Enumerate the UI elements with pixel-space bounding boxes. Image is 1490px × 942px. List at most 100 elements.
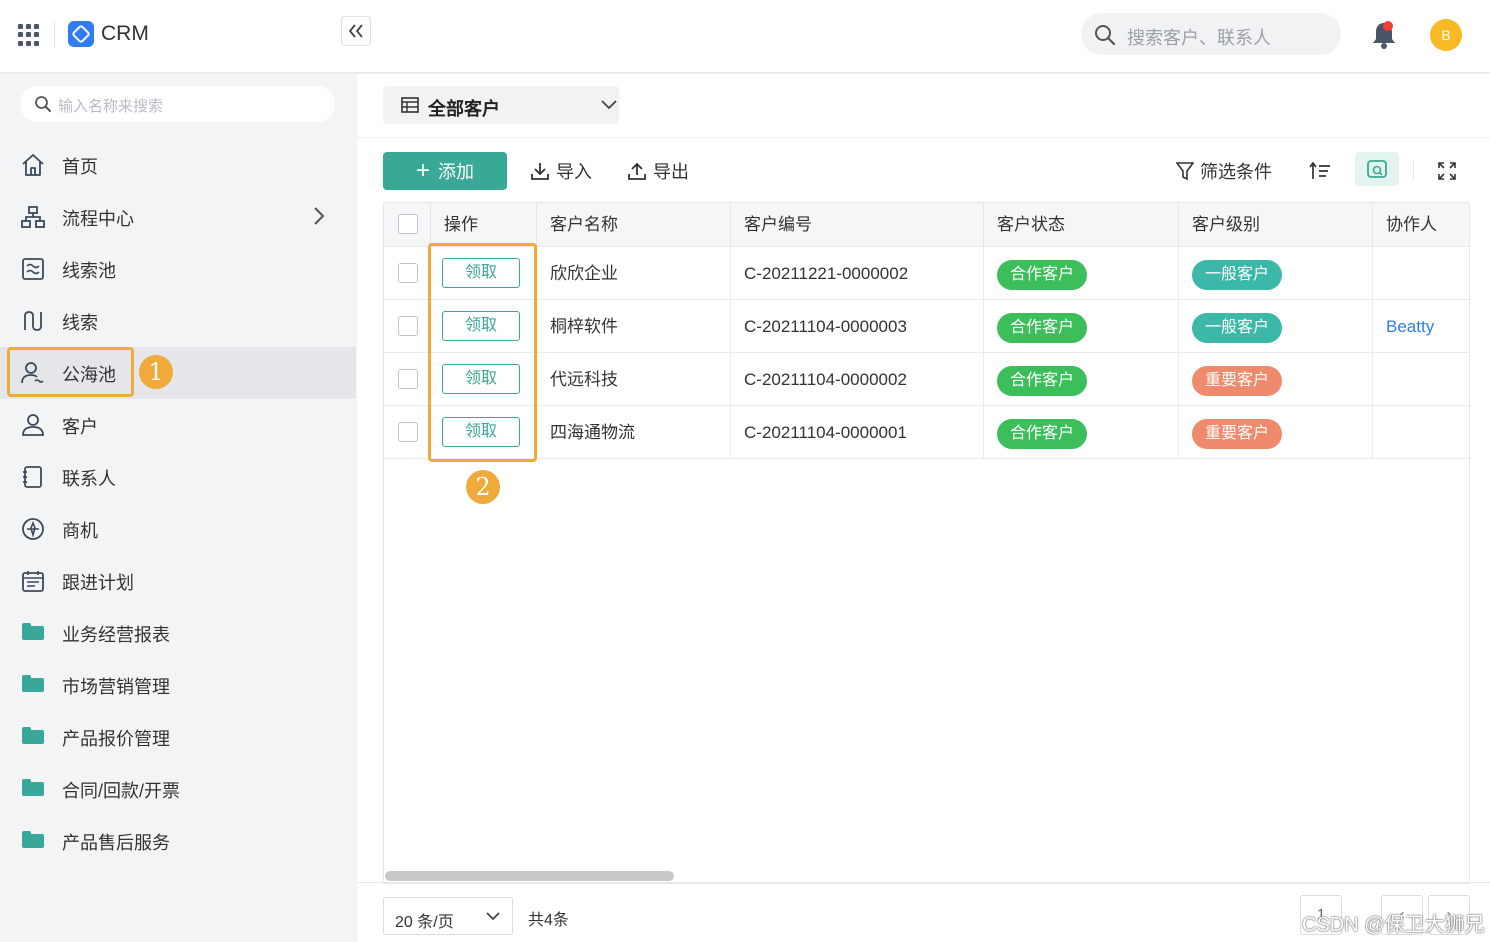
row-checkbox[interactable] xyxy=(398,316,418,336)
table-header: 操作 客户名称 客户编号 客户状态 客户级别 协作人 xyxy=(384,203,1469,247)
sidebar-item-lead-pool[interactable]: 线索池 xyxy=(0,243,356,295)
status-cell: 合作客户 xyxy=(983,300,1178,353)
sidebar-item-label: 产品售后服务 xyxy=(62,833,170,853)
column-header-collaborator[interactable]: 协作人 xyxy=(1372,203,1469,247)
export-button[interactable]: 导出 xyxy=(627,152,689,190)
total-count: 共4条 xyxy=(528,912,569,929)
sidebar-item-label: 线索池 xyxy=(62,261,116,281)
row-checkbox[interactable] xyxy=(398,263,418,283)
header-select-cell xyxy=(384,203,430,247)
annotation-marker-1: 1 xyxy=(139,355,173,389)
sidebar-item-leads[interactable]: 线索 xyxy=(0,295,356,347)
sidebar-item-flow-center[interactable]: 流程中心 xyxy=(0,191,356,243)
annotation-marker-2: 2 xyxy=(466,470,500,504)
column-header-status[interactable]: 客户状态 xyxy=(983,203,1178,247)
collaborator-link[interactable]: Beatty xyxy=(1372,300,1469,353)
home-icon xyxy=(22,154,44,176)
sidebar-search-input[interactable]: 输入名称来搜索 xyxy=(20,86,335,122)
double-chevron-left-icon xyxy=(348,24,363,38)
chevron-down-icon xyxy=(486,912,500,921)
fullscreen-button[interactable] xyxy=(1437,152,1457,190)
column-header-level[interactable]: 客户级别 xyxy=(1178,203,1372,247)
customer-name: 代远科技 xyxy=(536,353,730,406)
filter-button[interactable]: 筛选条件 xyxy=(1176,152,1272,190)
level-cell: 一般客户 xyxy=(1178,247,1372,300)
card-view-icon xyxy=(1367,160,1387,178)
status-badge: 合作客户 xyxy=(997,259,1088,290)
sidebar-item-label: 产品报价管理 xyxy=(62,729,170,749)
chevron-down-icon xyxy=(601,100,617,110)
card-view-toggle[interactable] xyxy=(1355,152,1399,186)
claim-button[interactable]: 领取 xyxy=(442,258,520,288)
sidebar-item-customers[interactable]: 客户 xyxy=(0,399,356,451)
divider xyxy=(54,22,55,48)
row-select-cell xyxy=(384,406,430,459)
flow-icon xyxy=(21,206,45,228)
sidebar-item-opportunities[interactable]: 商机 xyxy=(0,503,356,555)
download-icon xyxy=(531,163,549,180)
add-button-label: 添加 xyxy=(438,162,474,182)
sidebar-item-label: 联系人 xyxy=(62,469,116,489)
prev-page-button[interactable]: ‹ xyxy=(1381,895,1423,935)
sidebar-item-contacts[interactable]: 联系人 xyxy=(0,451,356,503)
sidebar: 输入名称来搜索 首页 流程中心 线索池 线索 公海池 客户 联系人 商机 跟进计… xyxy=(0,74,356,942)
app-grid-icon[interactable] xyxy=(18,24,40,46)
sidebar-item-after-sales[interactable]: 产品售后服务 xyxy=(0,815,356,867)
column-header-code[interactable]: 客户编号 xyxy=(730,203,983,247)
folder-icon xyxy=(22,623,44,640)
row-checkbox[interactable] xyxy=(398,422,418,442)
current-page-button[interactable]: 1 xyxy=(1300,895,1342,935)
level-cell: 重要客户 xyxy=(1178,406,1372,459)
collaborator-cell xyxy=(1372,406,1469,459)
collapse-sidebar-button[interactable] xyxy=(341,16,371,46)
sidebar-search-placeholder: 输入名称来搜索 xyxy=(58,98,164,115)
select-all-checkbox[interactable] xyxy=(398,214,418,234)
claim-button[interactable]: 领取 xyxy=(442,364,520,394)
view-selector[interactable]: 全部客户 xyxy=(383,86,619,124)
sidebar-item-home[interactable]: 首页 xyxy=(0,139,356,191)
sidebar-item-public-pool[interactable]: 公海池 xyxy=(0,347,356,399)
sidebar-item-marketing[interactable]: 市场营销管理 xyxy=(0,659,356,711)
page-size-value: 20 条/页 xyxy=(395,914,454,931)
divider xyxy=(357,137,1490,138)
sidebar-item-follow-plan[interactable]: 跟进计划 xyxy=(0,555,356,607)
sidebar-item-label: 流程中心 xyxy=(62,209,134,229)
sidebar-item-business-reports[interactable]: 业务经营报表 xyxy=(0,607,356,659)
customer-code: C-20211104-0000002 xyxy=(730,353,983,406)
row-select-cell xyxy=(384,247,430,300)
customer-code: C-20211104-0000001 xyxy=(730,406,983,459)
claim-button[interactable]: 领取 xyxy=(442,417,520,447)
next-page-button[interactable]: › xyxy=(1428,895,1470,935)
customer-name: 四海通物流 xyxy=(536,406,730,459)
horizontal-scrollbar[interactable] xyxy=(385,871,674,881)
collaborator-cell xyxy=(1372,353,1469,406)
claim-button[interactable]: 领取 xyxy=(442,311,520,341)
table-row: 领取 欣欣企业 C-20211221-0000002 合作客户 一般客户 xyxy=(384,247,1469,300)
sidebar-item-contracts[interactable]: 合同/回款/开票 xyxy=(0,763,356,815)
customer-table: 操作 客户名称 客户编号 客户状态 客户级别 协作人 领取 欣欣企业 C-202… xyxy=(383,202,1470,884)
app-title: CRM xyxy=(101,22,149,45)
search-icon xyxy=(35,96,51,112)
folder-icon xyxy=(22,727,44,744)
sidebar-item-quotes[interactable]: 产品报价管理 xyxy=(0,711,356,763)
chevron-left-icon: ‹ xyxy=(1399,906,1405,923)
level-cell: 一般客户 xyxy=(1178,300,1372,353)
view-selector-label: 全部客户 xyxy=(428,99,500,119)
lead-pool-icon xyxy=(22,258,44,280)
sidebar-item-label: 业务经营报表 xyxy=(62,625,170,645)
sort-button[interactable] xyxy=(1309,152,1331,190)
user-avatar[interactable]: B xyxy=(1430,19,1462,51)
fullscreen-icon xyxy=(1438,162,1456,180)
add-button[interactable]: + 添加 xyxy=(383,152,507,190)
table-icon xyxy=(401,97,419,113)
import-button[interactable]: 导入 xyxy=(530,152,592,190)
customer-code: C-20211221-0000002 xyxy=(730,247,983,300)
table-row: 领取 桐梓软件 C-20211104-0000003 合作客户 一般客户 Bea… xyxy=(384,300,1469,353)
global-search-input[interactable]: 搜索客户、联系人 xyxy=(1081,13,1341,55)
page-size-select[interactable]: 20 条/页 xyxy=(383,897,513,935)
customer-name: 桐梓软件 xyxy=(536,300,730,353)
level-badge: 重要客户 xyxy=(1192,418,1283,449)
column-header-name[interactable]: 客户名称 xyxy=(536,203,730,247)
notification-dot xyxy=(1383,21,1393,31)
row-checkbox[interactable] xyxy=(398,369,418,389)
